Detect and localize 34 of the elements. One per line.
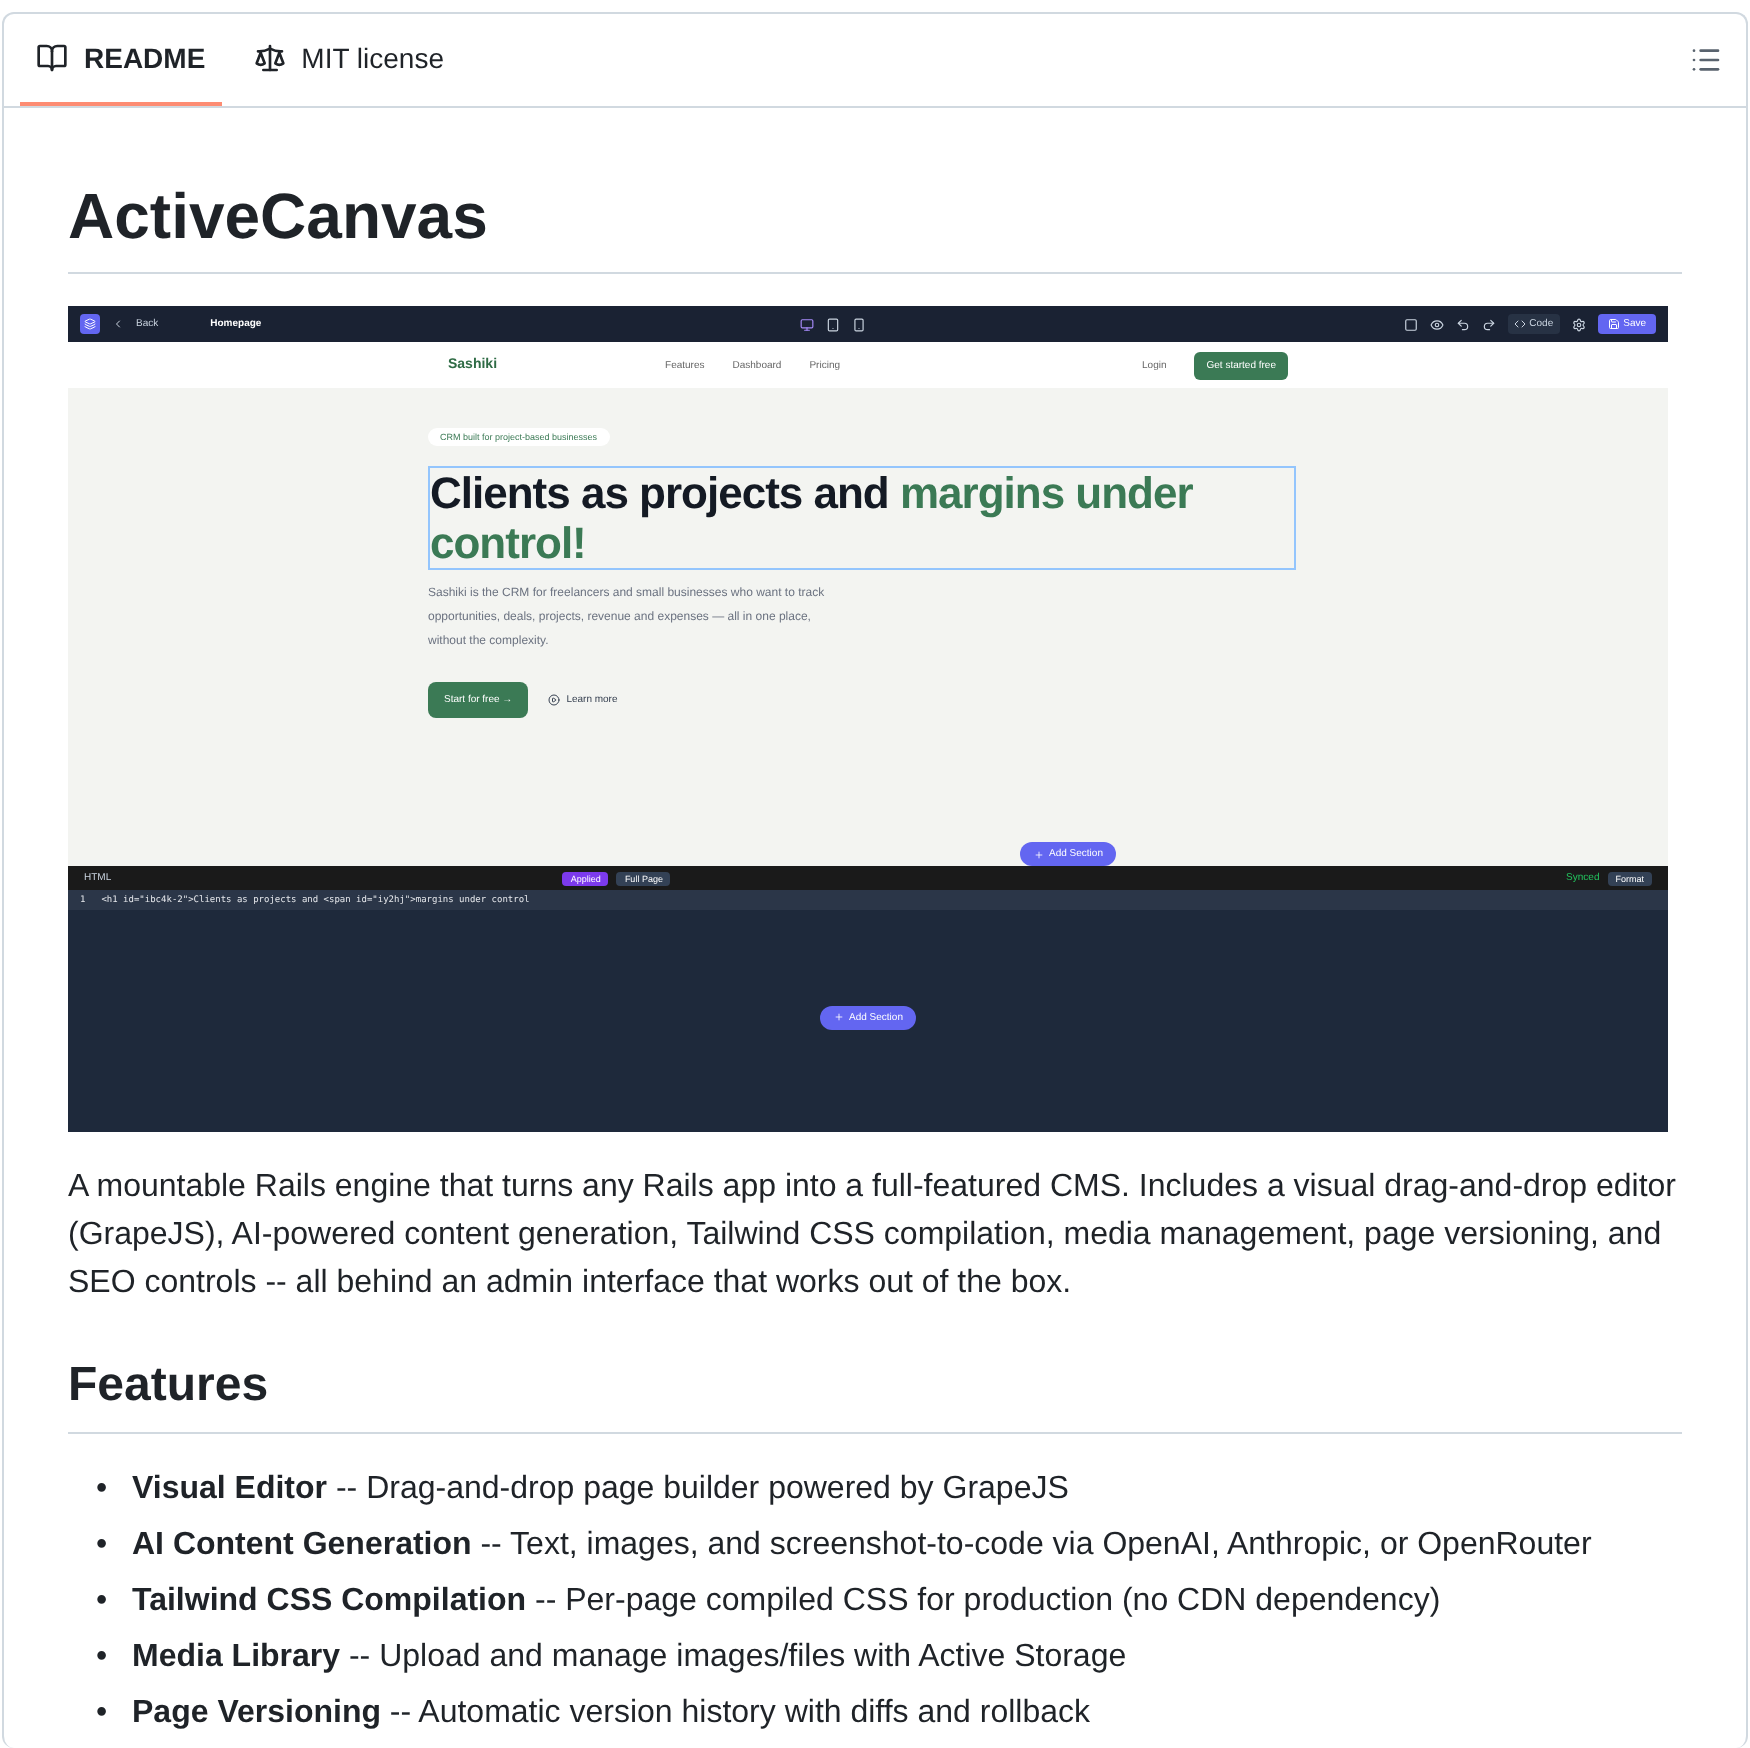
hero-heading: Clients as projects and margins under control! xyxy=(428,466,1296,570)
undo-icon[interactable] xyxy=(1455,317,1470,331)
phone-icon[interactable] xyxy=(851,317,866,331)
eye-icon[interactable] xyxy=(1429,317,1444,331)
app-logo-icon xyxy=(80,314,100,334)
tab[interactable]: README xyxy=(20,14,222,106)
feature-item: Page Versioning -- Automatic version history with diffs and rollback xyxy=(132,1694,1090,1734)
readme-title: ActiveCanvas xyxy=(68,176,1682,274)
plus-icon xyxy=(1033,849,1044,859)
plus-icon xyxy=(833,1012,844,1022)
panel-icon[interactable] xyxy=(1403,317,1418,331)
book-icon xyxy=(36,42,68,74)
settings-icon[interactable] xyxy=(1571,317,1586,331)
intro-paragraph: A mountable Rails engine that turns any Rails app into a full-featured CMS. Includes a visual drag-and-drop editor (GrapeJS), AI-powered content generation, Tailwind CSS compilation, media management, page versioning, and SEO controls -- all behind an admin interface that works out of the box. xyxy=(68,1168,1679,1304)
code-icon xyxy=(1513,318,1526,330)
bullet: • xyxy=(96,1694,110,1734)
bullet: • xyxy=(96,1638,110,1678)
redo-icon[interactable] xyxy=(1481,317,1496,331)
feature-item: AI Content Generation -- Text, images, and screenshot-to-code via OpenAI, Anthropic, or OpenRouter xyxy=(132,1526,1592,1566)
feature-item: Media Library -- Upload and manage images/files with Active Storage xyxy=(132,1638,1127,1678)
bullet: • xyxy=(96,1470,110,1510)
tablet-icon[interactable] xyxy=(825,317,840,331)
bullet: • xyxy=(96,1582,110,1622)
feature-item: Visual Editor -- Drag-and-drop page builder powered by GrapeJS xyxy=(132,1470,1069,1510)
back-icon xyxy=(112,318,124,330)
section-heading: Features xyxy=(68,1356,1682,1434)
save-icon xyxy=(1607,318,1620,330)
bullet: • xyxy=(96,1526,110,1566)
tab[interactable]: MIT license xyxy=(237,14,460,106)
desktop-icon[interactable] xyxy=(799,317,814,331)
scale-icon xyxy=(253,42,286,74)
feature-item: Tailwind CSS Compilation -- Per-page compiled CSS for production (no CDN dependency) xyxy=(132,1582,1441,1622)
play-icon xyxy=(548,694,561,706)
list-icon xyxy=(1690,44,1722,76)
